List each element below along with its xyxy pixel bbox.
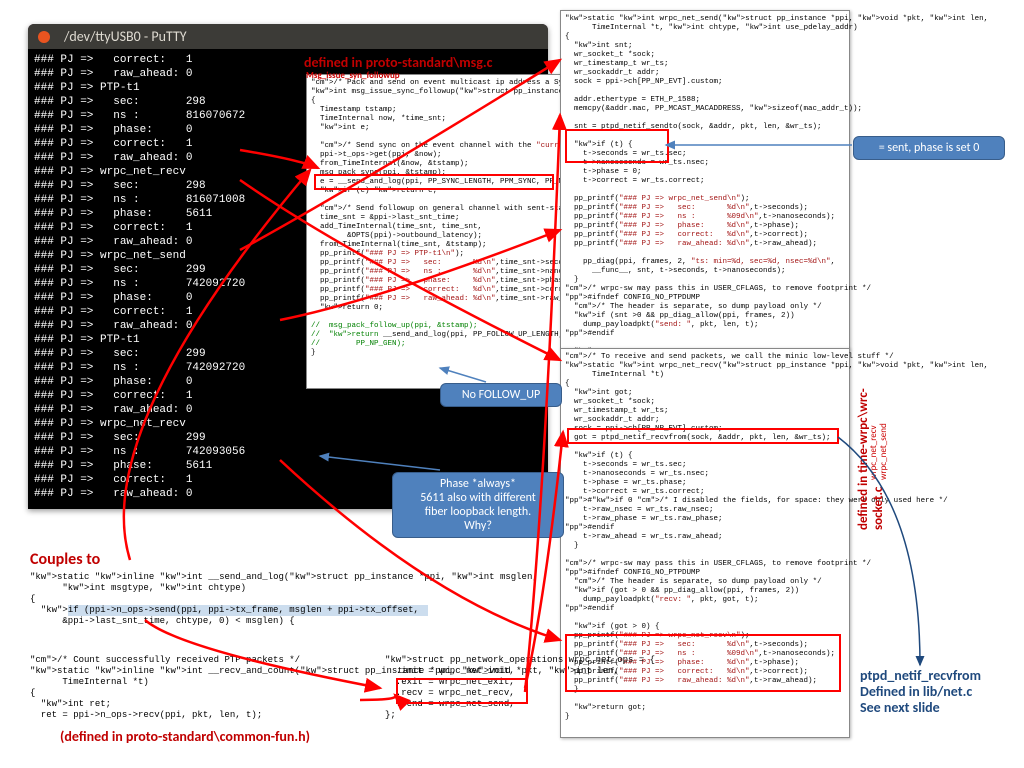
code-snippet-recv-and-count: "cm">/* Count successfully received PTP … <box>30 655 390 721</box>
putty-title-text: /dev/ttyUSB0 - PuTTY <box>64 28 187 45</box>
callout-no-followup: No FOLLOW_UP <box>440 383 562 407</box>
annot-defined-common-fun: (defined in proto-standard\common-fun.h) <box>60 728 310 745</box>
code-snippet-send-and-log: "kw">static "kw">inline "kw">int __send_… <box>30 572 390 627</box>
annot-msg-issue-syn: Msg_issue_syn_followup <box>306 70 400 81</box>
code-pane-msg-c: "cm">/* Pack and send on event multicast… <box>306 74 562 389</box>
callout3-l3: fiber loopback length. <box>403 505 553 519</box>
side-label-send: wrpc_net_send <box>878 423 889 480</box>
callout-phase-5611: Phase *always* 5611 also with different … <box>392 472 564 538</box>
annot-defined-msg-c: defined in proto-standard\msg.c <box>304 54 492 71</box>
putty-titlebar: /dev/ttyUSB0 - PuTTY <box>28 24 548 49</box>
callout-phase-set-0: = sent, phase is set 0 <box>853 136 1005 160</box>
code-pane-wrpc-net-recv: "cm">/* To receive and send packets, we … <box>560 348 850 738</box>
callout3-l2: 5611 also with different <box>403 491 553 505</box>
callout3-l4: Why? <box>403 519 553 533</box>
callout3-l1: Phase *always* <box>403 477 553 491</box>
code-pane-wrpc-net-send: "kw">static "kw">int wrpc_net_send("kw">… <box>560 10 850 350</box>
annot-couples-to: Couples to <box>30 550 100 569</box>
annot-ptpd-netif-recvfrom: ptpd_netif_recvfrom Defined in lib/net.c… <box>860 668 981 716</box>
code-snippet-net-ops: "kw">struct pp_network_operations wrpc_n… <box>385 655 570 721</box>
